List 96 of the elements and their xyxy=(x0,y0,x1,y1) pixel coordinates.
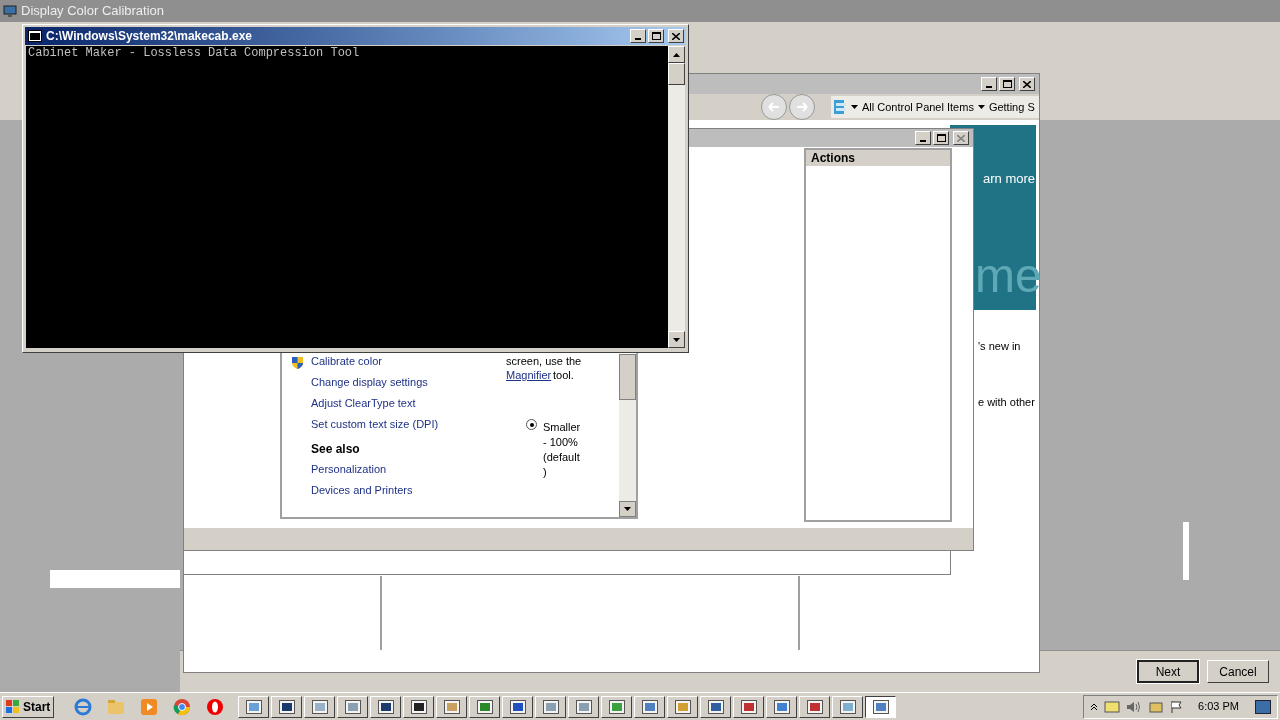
minimize-button[interactable] xyxy=(915,131,931,145)
banner-text: arn more xyxy=(983,172,1036,185)
windows-logo-icon xyxy=(6,699,20,714)
maximize-icon xyxy=(936,134,946,142)
window-icon xyxy=(641,699,658,714)
speaker-icon[interactable] xyxy=(1126,699,1143,714)
taskbar-pin[interactable] xyxy=(206,697,225,716)
window-icon xyxy=(410,699,427,714)
scroll-down-button[interactable] xyxy=(619,501,636,517)
task-link[interactable]: Adjust ClearType text xyxy=(311,398,416,409)
clock[interactable]: 6:03 PM xyxy=(1198,698,1239,715)
radio-label[interactable]: Smaller - 100% (default ) xyxy=(543,420,581,480)
window-icon xyxy=(542,699,559,714)
task-link[interactable]: Set custom text size (DPI) xyxy=(311,419,439,430)
window-icon xyxy=(773,699,790,714)
breadcrumb-item[interactable]: All Control Panel Items xyxy=(862,101,974,113)
window-icon xyxy=(674,699,691,714)
window-icon xyxy=(245,699,262,714)
minimize-icon xyxy=(635,38,641,40)
window-icon xyxy=(377,699,394,714)
magnifier-link[interactable]: Magnifier xyxy=(506,370,552,381)
browser-icon xyxy=(74,697,93,716)
breadcrumb-bar[interactable]: All Control Panel Items Getting S xyxy=(831,96,1039,118)
task-link[interactable]: Change display settings xyxy=(311,377,428,388)
close-icon xyxy=(1023,80,1031,88)
window-title: C:\Windows\System32\makecab.exe xyxy=(46,28,253,45)
wizard-button[interactable]: Cancel xyxy=(1207,660,1269,683)
minimize-icon xyxy=(986,86,992,88)
window-icon xyxy=(509,699,526,714)
console-text: Cabinet Maker - Lossless Data Compression Tool xyxy=(28,46,360,60)
maximize-icon xyxy=(1002,80,1012,88)
scrollbar[interactable] xyxy=(619,354,636,517)
minimize-icon xyxy=(920,140,926,142)
hint-text: screen, use the xyxy=(506,356,582,367)
breadcrumb-item[interactable]: Getting S xyxy=(988,101,1035,113)
task-link[interactable]: Calibrate color xyxy=(311,356,382,367)
scrollbar[interactable] xyxy=(668,46,685,348)
panel-background xyxy=(1183,522,1189,580)
taskbar-button[interactable] xyxy=(865,695,897,718)
wizard-button[interactable]: Next xyxy=(1137,660,1199,683)
see-also-link[interactable]: Personalization xyxy=(311,464,387,475)
chrome-icon xyxy=(173,697,192,716)
close-button[interactable] xyxy=(668,29,684,43)
window-icon xyxy=(806,699,823,714)
close-button[interactable] xyxy=(953,131,969,145)
taskbar-pin[interactable] xyxy=(74,697,93,716)
start-button[interactable]: Start xyxy=(2,695,55,718)
window-icon xyxy=(311,699,328,714)
scroll-thumb[interactable] xyxy=(619,354,636,400)
section-heading: See also xyxy=(311,443,360,455)
forward-arrow-icon xyxy=(796,102,808,112)
back-arrow-icon xyxy=(768,102,780,112)
up-arrow-icon xyxy=(673,52,680,57)
down-arrow-icon xyxy=(624,507,631,511)
window-icon xyxy=(707,699,724,714)
body-text: 's new in xyxy=(978,341,1021,352)
console-icon xyxy=(28,30,42,42)
maximize-icon xyxy=(651,32,661,40)
window-icon xyxy=(839,699,856,714)
minimize-button[interactable] xyxy=(630,29,646,43)
folder-icon xyxy=(107,698,126,715)
see-also-link[interactable]: Devices and Printers xyxy=(311,485,413,496)
maximize-button[interactable] xyxy=(648,29,664,43)
maximize-button[interactable] xyxy=(933,131,949,145)
window-icon xyxy=(278,699,295,714)
pane-header: Actions xyxy=(806,150,950,166)
caret-icon[interactable] xyxy=(851,105,858,109)
control-panel-icon xyxy=(833,99,847,115)
show-desktop-icon[interactable] xyxy=(1255,699,1271,714)
forward-button[interactable] xyxy=(789,94,815,120)
back-button[interactable] xyxy=(761,94,787,120)
window-icon xyxy=(443,699,460,714)
body-text: e with other xyxy=(978,397,1035,408)
flag-icon[interactable] xyxy=(1170,699,1185,714)
hint-text: tool. xyxy=(553,370,574,381)
chevron-up-icon[interactable] xyxy=(1090,702,1099,711)
window-icon xyxy=(608,699,625,714)
window-title: Display Color Calibration xyxy=(21,2,165,21)
window-icon xyxy=(740,699,757,714)
caret-icon[interactable] xyxy=(977,105,985,109)
opera-icon xyxy=(206,697,225,716)
media-player-icon xyxy=(140,697,159,716)
maximize-button[interactable] xyxy=(999,77,1015,91)
scroll-up-button[interactable] xyxy=(668,46,685,63)
window-icon xyxy=(344,699,361,714)
close-icon xyxy=(672,32,680,40)
close-icon xyxy=(957,134,965,142)
taskbar-pin[interactable] xyxy=(173,697,192,716)
down-arrow-icon xyxy=(673,337,680,342)
window-icon xyxy=(872,699,889,714)
monitor-icon xyxy=(3,4,17,18)
minimize-button[interactable] xyxy=(981,77,997,91)
close-button[interactable] xyxy=(1019,77,1035,91)
window-icon xyxy=(575,699,592,714)
radio-button[interactable] xyxy=(526,419,537,430)
window-icon xyxy=(476,699,493,714)
